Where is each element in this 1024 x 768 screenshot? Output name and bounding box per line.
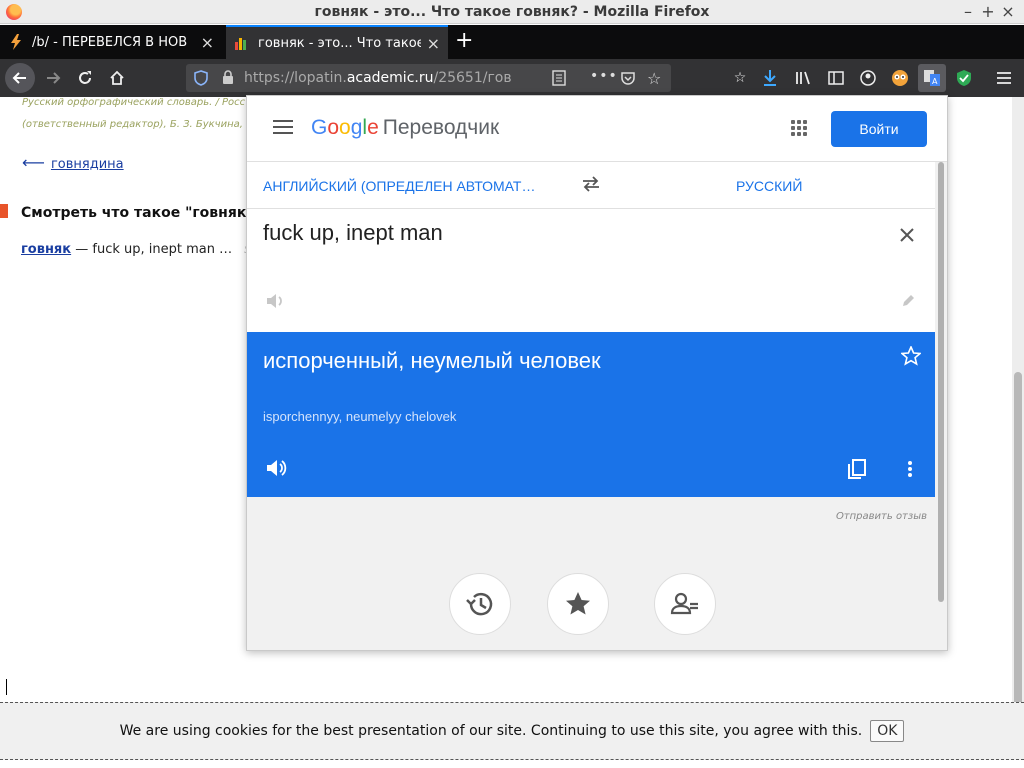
community-icon [670,592,698,615]
translate-bottom-area: Отправить отзыв [247,497,935,650]
window-titlebar: говняк - это... Что такое говняк? - Mozi… [0,0,1024,24]
saved-translations-button[interactable] [547,573,609,635]
result-text: испорченный, неумелый человек [263,348,601,373]
edit-pencil-icon[interactable] [901,294,915,312]
product-name: Переводчик [382,116,500,139]
listen-translation-icon[interactable] [265,458,287,483]
language-selector-row: АНГЛИЙСКИЙ (ОПРЕДЕЛЕН АВТОМАТ… РУССКИЙ [247,162,935,209]
source-text[interactable]: fuck up, inept man [263,220,443,246]
tab-close-icon[interactable]: × [201,33,214,52]
pocket-icon[interactable] [620,70,636,90]
downloads-icon[interactable] [760,68,780,88]
home-button[interactable] [102,63,132,93]
forward-button[interactable] [38,63,68,93]
bookmark-star-icon[interactable]: ☆ [647,69,661,88]
clear-source-icon[interactable] [899,224,915,249]
dictionary-entry: говняк — fuck up, inept man …S [21,242,251,257]
community-button[interactable] [654,573,716,635]
tab-label: /b/ - ПЕРЕВЁЛСЯ В НОВ [32,34,188,50]
tab-close-icon[interactable]: × [427,34,440,53]
page-scrollbar[interactable] [1012,97,1024,722]
previous-word-link[interactable]: ⟵ говнядина [22,153,124,172]
back-button[interactable] [5,63,35,93]
lock-icon[interactable] [222,70,234,89]
listen-source-icon[interactable] [265,292,285,314]
copy-icon[interactable] [847,458,867,479]
maximize-button[interactable]: + [978,2,998,21]
source-line: (ответственный редактор), Б. З. Букчина,… [22,119,257,130]
window-title: говняк - это... Что такое говняк? - Mozi… [314,3,710,20]
tab-2ch[interactable]: /b/ - ПЕРЕВЁЛСЯ В НОВ × [0,25,222,59]
result-transliteration: isporchennyy, neumelyy chelovek [263,409,457,424]
firefox-logo-icon [6,4,22,20]
url-text[interactable]: https://lopatin.academic.ru/25651/гов [244,70,524,86]
see-also-heading: Смотреть что такое "говняк" [21,205,254,221]
bookmark-flag-icon [0,204,8,218]
cookie-ok-button[interactable]: OK [870,720,905,742]
send-feedback-link[interactable]: Отправить отзыв [836,511,927,522]
reload-button[interactable] [70,63,100,93]
translate-header: Google Переводчик Войти [247,96,947,162]
svg-text:A: A [932,77,938,86]
new-tab-button[interactable]: + [455,28,473,53]
account-icon[interactable] [858,68,878,88]
cookie-banner: We are using cookies for the best presen… [0,702,1024,760]
tab-academic[interactable]: говняк - это... Что такое × [226,25,448,59]
cookie-message: We are using cookies for the best presen… [119,723,863,739]
close-window-button[interactable]: × [998,2,1018,21]
target-language-button[interactable]: РУССКИЙ [736,178,802,194]
translation-result: испорченный, неумелый человек isporchenn… [247,332,935,497]
sidebar-icon[interactable] [826,68,846,88]
google-translate-logo: Google Переводчик [311,116,500,139]
entry-word-link[interactable]: говняк [21,242,71,257]
more-options-icon[interactable] [907,460,913,478]
owl-extension-icon[interactable] [890,68,910,88]
google-translate-extension-icon[interactable]: A [918,64,946,92]
popup-scroll-thumb[interactable] [938,162,944,602]
save-translation-star-icon[interactable] [900,344,922,371]
tracking-shield-icon[interactable] [194,70,208,90]
translate-menu-icon[interactable] [273,120,293,136]
starred-bookmarks-icon[interactable]: ☆ [730,68,750,88]
source-language-button[interactable]: АНГЛИЙСКИЙ (ОПРЕДЕЛЕН АВТОМАТ… [263,178,543,194]
history-icon [466,592,493,616]
text-cursor [6,679,7,695]
google-apps-icon[interactable] [791,120,807,136]
sign-in-button[interactable]: Войти [831,111,927,147]
lightning-icon [8,34,24,50]
menu-hamburger-icon[interactable] [994,68,1014,88]
swap-languages-icon[interactable] [581,176,601,196]
previous-word-text[interactable]: говнядина [51,157,124,172]
left-arrow-icon: ⟵ [22,153,45,172]
adblock-shield-icon[interactable] [954,68,974,88]
reader-view-icon[interactable] [552,70,566,90]
saved-star-icon [566,592,590,615]
tab-strip: /b/ - ПЕРЕВЁЛСЯ В НОВ × говняк - это... … [0,25,1024,59]
source-line: Русский орфографический словарь. / Росс [22,97,246,108]
url-bar[interactable]: https://lopatin.academic.ru/25651/гов ••… [186,64,671,92]
page-scroll-thumb[interactable] [1014,372,1022,722]
entry-definition: — fuck up, inept man … [71,242,233,257]
academic-favicon-icon [234,35,250,51]
library-icon[interactable] [794,68,814,88]
translate-popup: Google Переводчик Войти АНГЛИЙСКИЙ (ОПРЕД… [246,95,948,651]
minimize-button[interactable]: – [958,2,978,21]
page-actions-icon[interactable]: ••• [590,68,618,84]
history-button[interactable] [449,573,511,635]
nav-toolbar: https://lopatin.academic.ru/25651/гов ••… [0,59,1024,97]
tab-label: говняк - это... Что такое [258,35,421,51]
source-text-area[interactable]: fuck up, inept man [247,210,935,332]
popup-scrollbar[interactable] [935,162,947,650]
